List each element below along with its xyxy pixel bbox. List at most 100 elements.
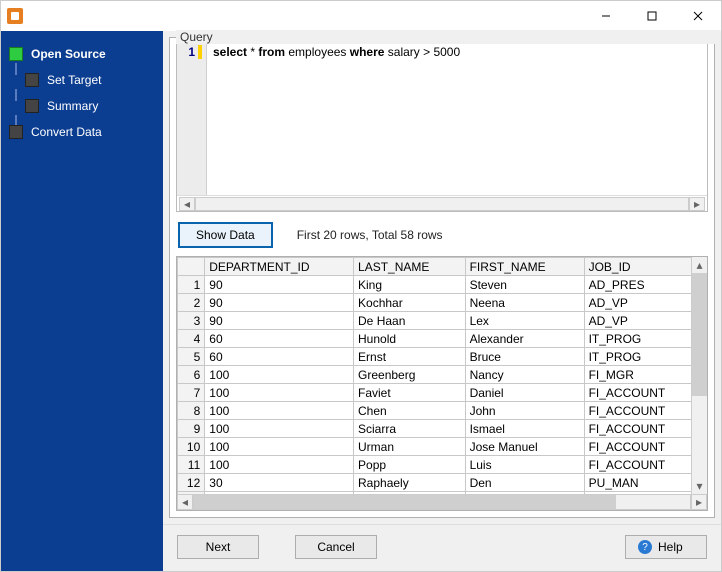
column-header[interactable]: DEPARTMENT_ID: [205, 258, 354, 276]
cell[interactable]: Steven: [465, 276, 584, 294]
cell[interactable]: Luis: [465, 456, 584, 474]
column-header[interactable]: JOB_ID: [584, 258, 691, 276]
cell[interactable]: Hunold: [354, 330, 466, 348]
cell[interactable]: Jose Manuel: [465, 438, 584, 456]
cell[interactable]: 100: [205, 384, 354, 402]
panel-title: Query: [176, 30, 720, 44]
cell[interactable]: Den: [465, 474, 584, 492]
grid-scroll-area[interactable]: DEPARTMENT_IDLAST_NAMEFIRST_NAMEJOB_IDSA…: [177, 257, 691, 494]
scroll-left-icon[interactable]: ◂: [179, 197, 195, 211]
cell[interactable]: Alexander: [465, 330, 584, 348]
grid-vertical-scrollbar[interactable]: ▴ ▾: [691, 257, 707, 494]
editor-horizontal-scrollbar[interactable]: ◂ ▸: [177, 195, 707, 211]
minimize-button[interactable]: [583, 1, 629, 31]
cell[interactable]: King: [354, 276, 466, 294]
cell[interactable]: 100: [205, 366, 354, 384]
cell[interactable]: Kochhar: [354, 294, 466, 312]
step-indicator-icon: [25, 73, 39, 87]
maximize-button[interactable]: [629, 1, 675, 31]
table-row[interactable]: 8100ChenJohnFI_ACCOUNT8200JCHEN: [178, 402, 692, 420]
show-data-button[interactable]: Show Data: [178, 222, 273, 248]
table-row[interactable]: 190KingStevenAD_PRES24000SKING: [178, 276, 692, 294]
row-number-cell: 1: [178, 276, 205, 294]
cell[interactable]: FI_MGR: [584, 366, 691, 384]
cell[interactable]: FI_ACCOUNT: [584, 384, 691, 402]
wizard-footer: Next Cancel ? Help: [163, 524, 721, 571]
cancel-button[interactable]: Cancel: [295, 535, 377, 559]
cell[interactable]: Neena: [465, 294, 584, 312]
scroll-right-icon[interactable]: ▸: [691, 494, 707, 510]
wizard-step-summary[interactable]: Summary: [7, 93, 157, 119]
cell[interactable]: 100: [205, 456, 354, 474]
scroll-up-icon[interactable]: ▴: [692, 257, 707, 273]
cell[interactable]: 30: [205, 474, 354, 492]
cell[interactable]: Ernst: [354, 348, 466, 366]
grid-horizontal-scrollbar[interactable]: ◂ ▸: [177, 494, 707, 510]
column-header[interactable]: LAST_NAME: [354, 258, 466, 276]
cell[interactable]: IT_PROG: [584, 348, 691, 366]
cell[interactable]: De Haan: [354, 312, 466, 330]
wizard-step-convert-data[interactable]: Convert Data: [7, 119, 157, 145]
table-row[interactable]: 290KochharNeenaAD_VP17000NKOCHH: [178, 294, 692, 312]
cell[interactable]: Chen: [354, 402, 466, 420]
step-indicator-icon: [25, 99, 39, 113]
scroll-down-icon[interactable]: ▾: [692, 478, 707, 494]
cell[interactable]: Daniel: [465, 384, 584, 402]
cell[interactable]: 90: [205, 276, 354, 294]
cell[interactable]: Bruce: [465, 348, 584, 366]
cell[interactable]: Nancy: [465, 366, 584, 384]
table-row[interactable]: 11100PoppLuisFI_ACCOUNT6900LPOPP: [178, 456, 692, 474]
wizard-step-set-target[interactable]: Set Target: [7, 67, 157, 93]
cell[interactable]: 60: [205, 348, 354, 366]
row-number-cell: 4: [178, 330, 205, 348]
wizard-step-open-source[interactable]: Open Source: [7, 41, 157, 67]
table-row[interactable]: 7100FavietDanielFI_ACCOUNT9000DFAVIET: [178, 384, 692, 402]
help-icon: ?: [638, 540, 652, 554]
step-indicator-icon: [9, 125, 23, 139]
cell[interactable]: 100: [205, 438, 354, 456]
table-row[interactable]: 460HunoldAlexanderIT_PROG9000AHUNOL: [178, 330, 692, 348]
column-header[interactable]: FIRST_NAME: [465, 258, 584, 276]
cell[interactable]: Sciarra: [354, 420, 466, 438]
step-label: Set Target: [47, 73, 101, 87]
cell[interactable]: Popp: [354, 456, 466, 474]
query-editor[interactable]: 1 select * from employees where salary >…: [176, 42, 708, 212]
cell[interactable]: AD_VP: [584, 312, 691, 330]
table-row[interactable]: 6100GreenbergNancyFI_MGR12000NGREENE: [178, 366, 692, 384]
cell[interactable]: John: [465, 402, 584, 420]
cell[interactable]: Greenberg: [354, 366, 466, 384]
cell[interactable]: 90: [205, 294, 354, 312]
cell[interactable]: 100: [205, 402, 354, 420]
cell[interactable]: 60: [205, 330, 354, 348]
cell[interactable]: FI_ACCOUNT: [584, 420, 691, 438]
cell[interactable]: PU_MAN: [584, 474, 691, 492]
next-button[interactable]: Next: [177, 535, 259, 559]
row-number-cell: 8: [178, 402, 205, 420]
cell[interactable]: AD_VP: [584, 294, 691, 312]
cell[interactable]: Faviet: [354, 384, 466, 402]
close-button[interactable]: [675, 1, 721, 31]
table-row[interactable]: 10100UrmanJose ManuelFI_ACCOUNT7800JMURM…: [178, 438, 692, 456]
cell[interactable]: Raphaely: [354, 474, 466, 492]
cell[interactable]: FI_ACCOUNT: [584, 438, 691, 456]
scroll-left-icon[interactable]: ◂: [177, 494, 193, 510]
cell[interactable]: Urman: [354, 438, 466, 456]
scroll-right-icon[interactable]: ▸: [689, 197, 705, 211]
cell[interactable]: AD_PRES: [584, 276, 691, 294]
cell[interactable]: Ismael: [465, 420, 584, 438]
help-label: Help: [658, 540, 683, 554]
table-row[interactable]: 390De HaanLexAD_VP17000LDEHAAN: [178, 312, 692, 330]
table-row[interactable]: 9100SciarraIsmaelFI_ACCOUNT7700ISCIARRA: [178, 420, 692, 438]
cell[interactable]: Lex: [465, 312, 584, 330]
row-count-status: First 20 rows, Total 58 rows: [297, 228, 443, 242]
cell[interactable]: FI_ACCOUNT: [584, 402, 691, 420]
row-number-cell: 12: [178, 474, 205, 492]
cell[interactable]: 90: [205, 312, 354, 330]
cell[interactable]: 100: [205, 420, 354, 438]
cell[interactable]: FI_ACCOUNT: [584, 456, 691, 474]
table-row[interactable]: 1230RaphaelyDenPU_MAN11000DRAPHEA: [178, 474, 692, 492]
editor-code[interactable]: select * from employees where salary > 5…: [207, 43, 707, 195]
cell[interactable]: IT_PROG: [584, 330, 691, 348]
help-button[interactable]: ? Help: [625, 535, 707, 559]
table-row[interactable]: 560ErnstBruceIT_PROG6000BERNST: [178, 348, 692, 366]
